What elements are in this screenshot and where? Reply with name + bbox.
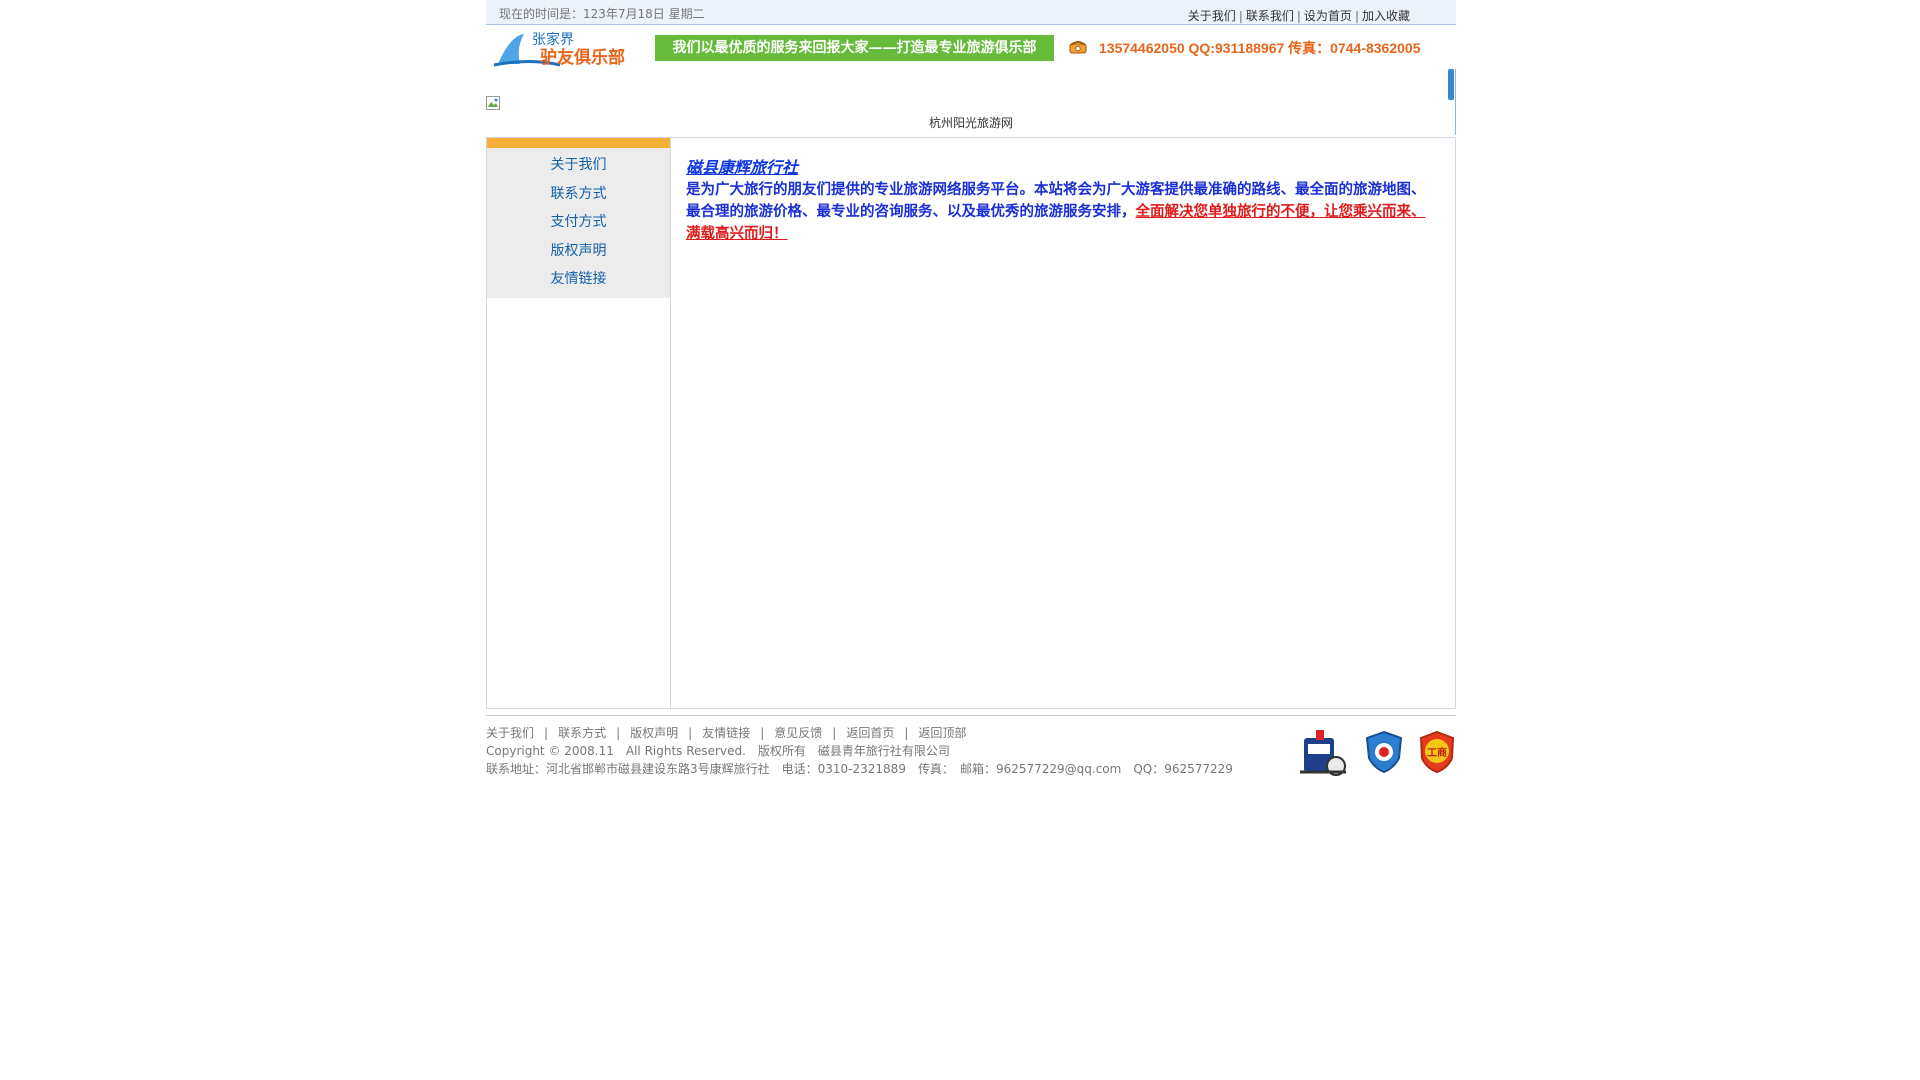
company-title[interactable]: 磁县康辉旅行社: [686, 154, 1436, 178]
separator: |: [832, 726, 837, 740]
footer-link-feedback[interactable]: 意见反馈: [774, 726, 822, 740]
content: 磁县康辉旅行社 是为广大旅行的朋友们提供的专业旅游网络服务平台。本站将会为广大游…: [686, 154, 1436, 245]
footer-link-contact[interactable]: 联系方式: [558, 726, 606, 740]
footer-link-top[interactable]: 返回顶部: [918, 726, 966, 740]
footer-badges: 工商: [1298, 726, 1456, 781]
top-bar: 现在的时间是：123年7月18日 星期二 关于我们 | 联系我们 | 设为首页 | 加入收藏: [486, 0, 1456, 25]
company-description: 是为广大旅行的朋友们提供的专业旅游网络服务平台。本站将会为广大游客提供最准确的路…: [686, 179, 1436, 245]
separator: |: [760, 726, 765, 740]
top-link-contact[interactable]: 联系我们: [1246, 9, 1294, 23]
broken-image-icon: [486, 96, 500, 110]
footer-link-home[interactable]: 返回首页: [846, 726, 894, 740]
footer-nav: 关于我们 | 联系方式 | 版权声明 | 友情链接 | 意见反馈 | 返回首页 | 返回顶部: [486, 724, 1233, 742]
police-badge-icon[interactable]: [1298, 726, 1350, 781]
logo-line2: 驴友俱乐部: [540, 47, 625, 68]
banner: 杭州阳光旅游网: [486, 69, 1456, 138]
sidebar-item-payment[interactable]: 支付方式: [487, 208, 670, 237]
badge-gongshang-text: 工商: [1427, 746, 1447, 759]
header: 张家界 驴友俱乐部 我们以最优质的服务来回报大家——打造最专业旅游俱乐部 135…: [486, 25, 1456, 69]
footer: 关于我们 | 联系方式 | 版权声明 | 友情链接 | 意见反馈 | 返回首页 | 返回顶部 Copyr…: [486, 715, 1456, 786]
logo-line1: 张家界: [532, 31, 574, 48]
footer-copyright: Copyright © 2008.11 All Rights Reserved.…: [486, 744, 950, 758]
sidebar-menu: 关于我们 联系方式 支付方式 版权声明 友情链接: [487, 148, 670, 298]
sidebar-accent-bar: [487, 138, 670, 148]
page-wrapper: 现在的时间是：123年7月18日 星期二 关于我们 | 联系我们 | 设为首页 | 加入收藏…: [486, 0, 1456, 786]
scroll-thumb[interactable]: [1448, 69, 1454, 100]
top-link-bookmark[interactable]: 加入收藏: [1362, 9, 1410, 23]
top-link-set-home[interactable]: 设为首页: [1304, 9, 1352, 23]
sidebar-item-about[interactable]: 关于我们: [487, 151, 670, 180]
banner-scrollbar[interactable]: [1447, 69, 1456, 135]
separator: |: [688, 726, 693, 740]
footer-link-copyright[interactable]: 版权声明: [630, 726, 678, 740]
sidebar: 关于我们 联系方式 支付方式 版权声明 友情链接: [487, 138, 671, 708]
phone-icon: [1069, 36, 1087, 62]
separator: |: [1238, 9, 1243, 23]
separator: |: [1296, 9, 1301, 23]
business-license-icon[interactable]: 工商: [1418, 730, 1456, 777]
sidebar-item-links[interactable]: 友情链接: [487, 265, 670, 294]
sidebar-item-contact[interactable]: 联系方式: [487, 180, 670, 209]
separator: |: [616, 726, 621, 740]
separator: |: [1354, 9, 1359, 23]
top-link-about[interactable]: 关于我们: [1188, 9, 1236, 23]
separator: |: [904, 726, 909, 740]
separator: |: [544, 726, 549, 740]
contact-info: 13574462050 QQ:931188967 传真：0744-8362005: [1069, 35, 1420, 61]
slogan-banner: 我们以最优质的服务来回报大家——打造最专业旅游俱乐部: [655, 35, 1054, 61]
top-links: 关于我们 | 联系我们 | 设为首页 | 加入收藏: [1188, 7, 1410, 24]
shield-badge-icon[interactable]: [1364, 730, 1404, 777]
current-time: 现在的时间是：123年7月18日 星期二: [499, 7, 705, 21]
footer-address: 联系地址：河北省邯郸市磁县建设东路3号康辉旅行社 电话：0310-2321889…: [486, 762, 1233, 776]
footer-link-friends[interactable]: 友情链接: [702, 726, 750, 740]
footer-text: 关于我们 | 联系方式 | 版权声明 | 友情链接 | 意见反馈 | 返回首页 | 返回顶部 Copyr…: [486, 724, 1233, 778]
main-area: 关于我们 联系方式 支付方式 版权声明 友情链接 磁县康辉旅行社 是为广大旅行的…: [486, 138, 1456, 709]
contact-text: 13574462050 QQ:931188967 传真：0744-8362005: [1099, 40, 1421, 56]
banner-caption: 杭州阳光旅游网: [928, 116, 1013, 130]
sidebar-item-copyright[interactable]: 版权声明: [487, 237, 670, 266]
site-logo[interactable]: 张家界 驴友俱乐部: [490, 28, 640, 68]
footer-link-about[interactable]: 关于我们: [486, 726, 534, 740]
